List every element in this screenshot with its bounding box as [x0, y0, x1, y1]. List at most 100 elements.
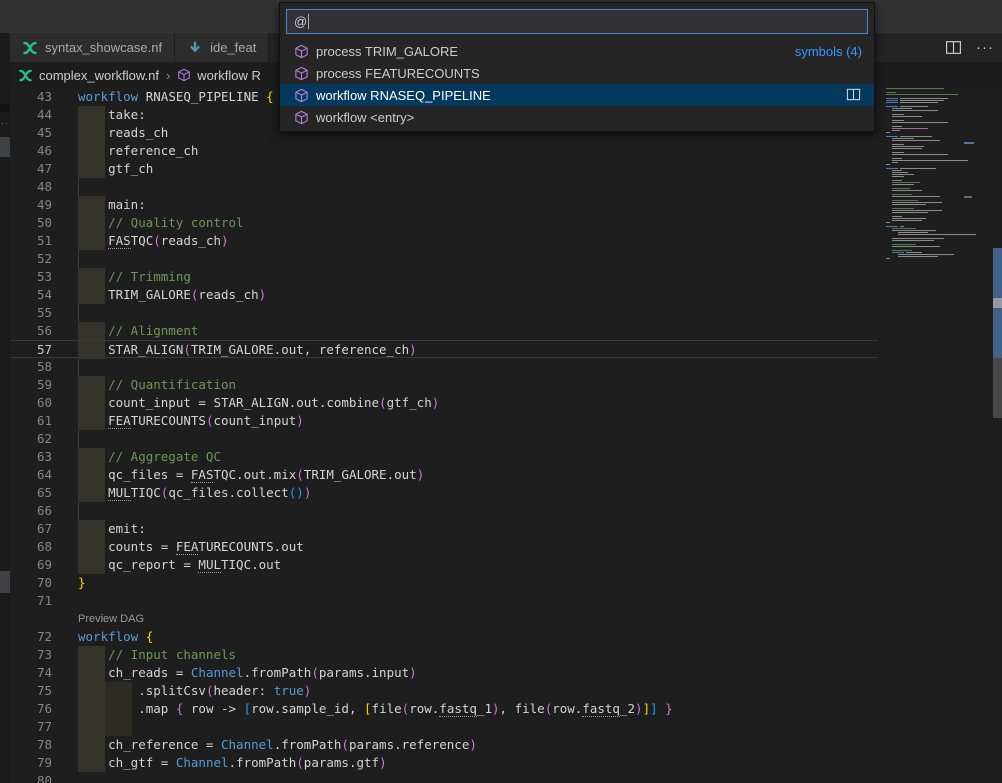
code-line-72[interactable]: 72workflow {	[10, 628, 878, 646]
code-line-59[interactable]: 59 // Quantification	[10, 376, 878, 394]
code-line-70[interactable]: 70}	[10, 574, 878, 592]
minimap-row	[882, 240, 992, 241]
minimap-row	[882, 248, 992, 249]
code-line-79[interactable]: 79 ch_gtf = Channel.fromPath(params.gtf)	[10, 754, 878, 772]
minimap-row	[882, 166, 992, 167]
breadcrumb-file[interactable]: complex_workflow.nf	[39, 68, 159, 83]
code-text: qc_report = MULTIQC.out	[78, 556, 281, 574]
code-line-65[interactable]: 65 MULTIQC(qc_files.collect())	[10, 484, 878, 502]
minimap-row	[882, 116, 992, 117]
minimap-row	[882, 170, 992, 171]
code-line-61[interactable]: 61 FEATURECOUNTS(count_input)	[10, 412, 878, 430]
quick-open-item-label: workflow <entry>	[316, 110, 862, 125]
code-text: TRIM_GALORE(reads_ch)	[78, 286, 266, 304]
split-editor-icon[interactable]	[944, 39, 962, 57]
code-line-52[interactable]: 52	[10, 250, 878, 268]
minimap-row	[882, 132, 992, 133]
minimap-row	[882, 124, 992, 125]
code-text: qc_files = FASTQC.out.mix(TRIM_GALORE.ou…	[78, 466, 424, 484]
minimap-row	[882, 232, 992, 233]
scrollbar[interactable]	[993, 88, 1002, 783]
scrollbar-decoration-light	[993, 298, 1002, 308]
minimap-row	[882, 112, 992, 113]
minimap-row	[882, 154, 992, 155]
line-number: 43	[10, 88, 52, 106]
code-line-46[interactable]: 46 reference_ch	[10, 142, 878, 160]
quick-open-list: process TRIM_GALOREsymbols (4)process FE…	[280, 40, 874, 128]
text-cursor	[308, 14, 309, 29]
code-line-51[interactable]: 51 FASTQC(reads_ch)	[10, 232, 878, 250]
tab-ide-features[interactable]: ide_feat	[175, 33, 269, 62]
left-editor-strip[interactable]: ···	[0, 33, 10, 783]
line-number: 45	[10, 124, 52, 142]
quick-open-input[interactable]: @	[286, 9, 868, 34]
code-text: .map { row -> [row.sample_id, [file(row.…	[78, 700, 673, 718]
code-line-74[interactable]: 74 ch_reads = Channel.fromPath(params.in…	[10, 664, 878, 682]
minimap-row	[882, 206, 992, 207]
code-lines: 43workflow RNASEQ_PIPELINE {44 take:45 r…	[10, 88, 1002, 783]
code-line-53[interactable]: 53 // Trimming	[10, 268, 878, 286]
code-line-54[interactable]: 54 TRIM_GALORE(reads_ch)	[10, 286, 878, 304]
minimap[interactable]	[882, 88, 992, 783]
scrollbar-thumb[interactable]	[993, 358, 1002, 418]
code-line-58[interactable]: 58	[10, 358, 878, 376]
minimap-row	[882, 96, 992, 97]
open-to-side-icon[interactable]	[846, 87, 862, 103]
minimap-row	[882, 126, 992, 127]
code-line-76[interactable]: 76 .map { row -> [row.sample_id, [file(r…	[10, 700, 878, 718]
line-number: 80	[10, 772, 52, 783]
code-line-64[interactable]: 64 qc_files = FASTQC.out.mix(TRIM_GALORE…	[10, 466, 878, 484]
line-number: 60	[10, 394, 52, 412]
more-actions-icon[interactable]: ···	[976, 39, 994, 57]
minimap-decoration	[964, 196, 972, 198]
code-line-69[interactable]: 69 qc_report = MULTIQC.out	[10, 556, 878, 574]
minimap-row	[882, 138, 992, 139]
code-line-56[interactable]: 56 // Alignment	[10, 322, 878, 340]
minimap-row	[882, 174, 992, 175]
code-line-63[interactable]: 63 // Aggregate QC	[10, 448, 878, 466]
code-line-67[interactable]: 67 emit:	[10, 520, 878, 538]
code-line-80[interactable]: 80	[10, 772, 878, 783]
code-line-62[interactable]: 62	[10, 430, 878, 448]
code-line-50[interactable]: 50 // Quality control	[10, 214, 878, 232]
code-editor[interactable]: 43workflow RNASEQ_PIPELINE {44 take:45 r…	[10, 88, 1002, 783]
code-line-49[interactable]: 49 main:	[10, 196, 878, 214]
minimap-row	[882, 256, 992, 257]
quick-open-item[interactable]: process FEATURECOUNTS	[280, 62, 874, 84]
minimap-row	[882, 236, 992, 237]
quick-open-item[interactable]: workflow <entry>	[280, 106, 874, 128]
code-line-71[interactable]: 71	[10, 592, 878, 610]
minimap-row	[882, 94, 992, 95]
minimap-row	[882, 228, 992, 229]
code-line-60[interactable]: 60 count_input = STAR_ALIGN.out.combine(…	[10, 394, 878, 412]
codelens-preview-dag[interactable]: Preview DAG	[78, 613, 144, 625]
minimap-row	[882, 176, 992, 177]
code-text: emit:	[78, 520, 146, 538]
line-number: 74	[10, 664, 52, 682]
code-line-73[interactable]: 73 // Input channels	[10, 646, 878, 664]
left-scrollbar-thumb[interactable]	[0, 137, 10, 157]
code-line-55[interactable]: 55	[10, 304, 878, 322]
line-number: 66	[10, 502, 52, 520]
code-line-78[interactable]: 78 ch_reference = Channel.fromPath(param…	[10, 736, 878, 754]
indent-highlight	[78, 718, 105, 736]
tab-syntax-showcase[interactable]: syntax_showcase.nf	[10, 33, 175, 62]
minimap-row	[882, 128, 992, 129]
code-line-75[interactable]: 75 .splitCsv(header: true)	[10, 682, 878, 700]
code-line-77[interactable]: 77	[10, 718, 878, 736]
code-line-47[interactable]: 47 gtf_ch	[10, 160, 878, 178]
code-line-68[interactable]: 68 counts = FEATURECOUNTS.out	[10, 538, 878, 556]
quick-open-item[interactable]: process TRIM_GALOREsymbols (4)	[280, 40, 874, 62]
code-line-66[interactable]: 66	[10, 502, 878, 520]
code-text: ch_reference = Channel.fromPath(params.r…	[78, 736, 477, 754]
symbol-cube-icon	[177, 68, 191, 82]
code-line-57[interactable]: 57 STAR_ALIGN(TRIM_GALORE.out, reference…	[10, 340, 878, 358]
quick-open-item[interactable]: workflow RNASEQ_PIPELINE	[280, 84, 874, 106]
line-number: 78	[10, 736, 52, 754]
minimap-row	[882, 178, 992, 179]
code-line-48[interactable]: 48	[10, 178, 878, 196]
line-number: 53	[10, 268, 52, 286]
breadcrumb-symbol[interactable]: workflow R	[197, 68, 261, 83]
left-scrollbar-thumb-lower[interactable]	[0, 571, 10, 593]
code-text: count_input = STAR_ALIGN.out.combine(gtf…	[78, 394, 439, 412]
